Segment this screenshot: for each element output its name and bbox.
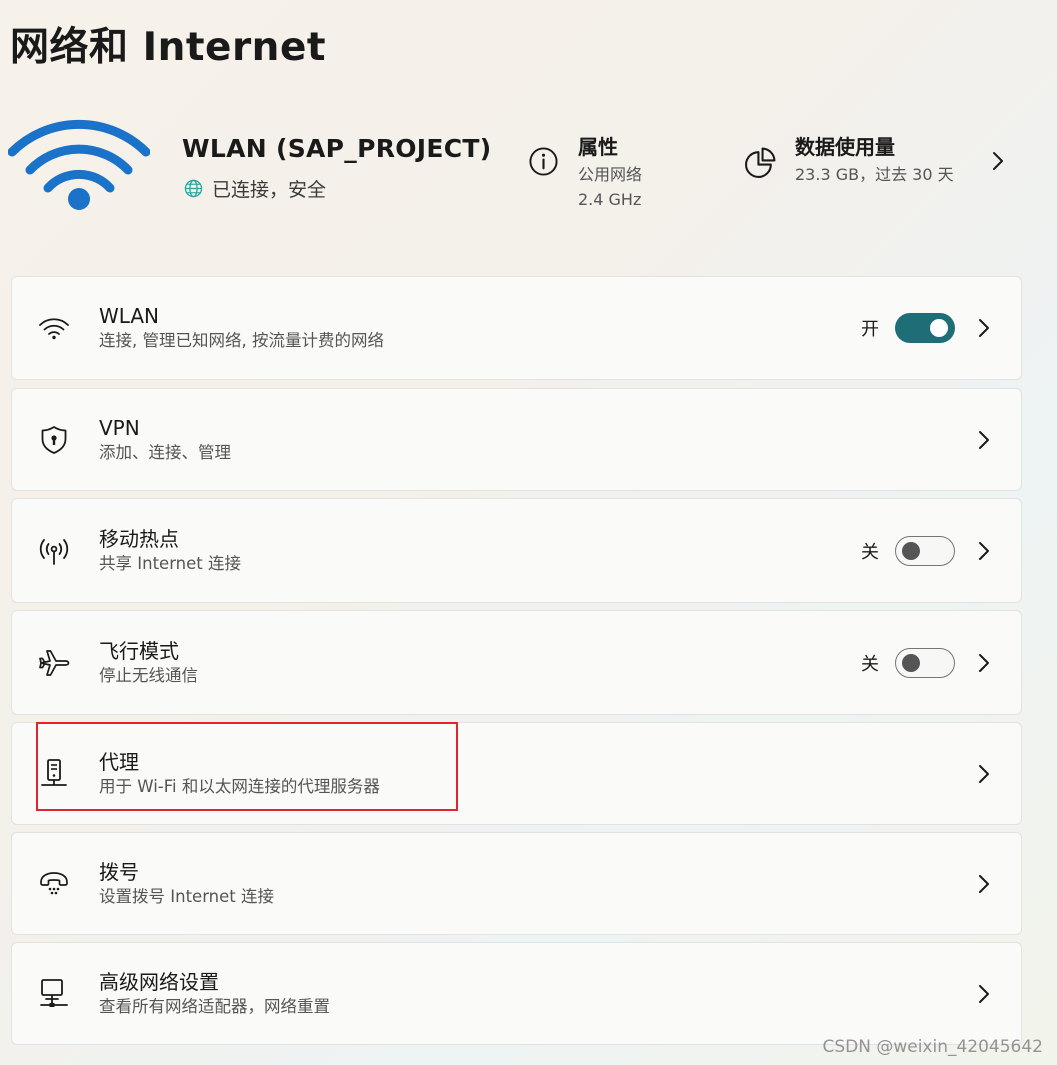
connection-status: 已连接，安全 <box>184 175 326 202</box>
airplane-icon <box>38 647 70 679</box>
settings-item-hotspot[interactable]: 移动热点 共享 Internet 连接 关 <box>11 498 1022 603</box>
settings-item-subtitle: 停止无线通信 <box>99 665 198 685</box>
connection-status-text: 已连接，安全 <box>212 179 327 201</box>
settings-item-advanced-network[interactable]: 高级网络设置 查看所有网络适配器，网络重置 <box>11 942 1022 1045</box>
info-icon <box>529 147 558 176</box>
hotspot-toggle[interactable] <box>895 535 955 566</box>
settings-item-subtitle: 查看所有网络适配器，网络重置 <box>99 996 330 1016</box>
settings-item-title: 移动热点 <box>99 526 179 551</box>
pie-chart-icon <box>745 147 776 178</box>
settings-item-proxy[interactable]: 代理 用于 Wi-Fi 和以太网连接的代理服务器 <box>11 722 1022 825</box>
properties-title: 属性 <box>578 135 618 159</box>
hotspot-icon <box>38 535 70 567</box>
settings-item-subtitle: 用于 Wi-Fi 和以太网连接的代理服务器 <box>99 776 380 796</box>
settings-item-title: 飞行模式 <box>99 638 179 663</box>
wifi-icon <box>38 312 70 344</box>
page-title: 网络和 Internet <box>10 25 327 70</box>
settings-item-dialup[interactable]: 拨号 设置拨号 Internet 连接 <box>11 832 1022 935</box>
shield-icon <box>38 424 70 456</box>
toggle-state-label: 开 <box>861 319 879 340</box>
airplane-mode-toggle[interactable] <box>895 647 955 678</box>
settings-item-title: 高级网络设置 <box>99 969 219 994</box>
network-band: 2.4 GHz <box>578 190 642 209</box>
toggle-knob <box>902 541 920 560</box>
chevron-right-icon <box>979 319 989 337</box>
chevron-right-icon <box>979 764 989 783</box>
settings-item-title: VPN <box>99 415 140 440</box>
chevron-right-icon[interactable] <box>991 150 1005 172</box>
properties-link[interactable]: 属性 公用网络 2.4 GHz <box>528 132 642 212</box>
settings-item-subtitle: 设置拨号 Internet 连接 <box>99 886 275 906</box>
toggle-knob <box>902 653 920 672</box>
connection-name: WLAN (SAP_PROJECT) <box>182 134 492 163</box>
settings-item-title: 代理 <box>99 749 139 774</box>
toggle-state-label: 关 <box>861 653 879 675</box>
wifi-full-icon <box>7 110 151 212</box>
network-type: 公用网络 <box>578 165 643 184</box>
chevron-right-icon <box>979 874 989 893</box>
settings-item-airplane-mode[interactable]: 飞行模式 停止无线通信 关 <box>11 610 1022 715</box>
globe-icon <box>184 179 203 198</box>
settings-item-wlan[interactable]: WLAN 连接, 管理已知网络, 按流量计费的网络 开 <box>11 276 1022 380</box>
proxy-server-icon <box>38 758 70 790</box>
phone-icon <box>38 868 70 900</box>
settings-item-subtitle: 添加、连接、管理 <box>99 442 231 462</box>
toggle-knob <box>930 319 948 337</box>
chevron-right-icon <box>979 430 989 449</box>
data-usage-link[interactable]: 数据使用量 23.3 GB，过去 30 天 <box>744 132 954 187</box>
chevron-right-icon <box>979 653 989 672</box>
network-computer-icon <box>38 978 70 1010</box>
settings-item-subtitle: 共享 Internet 连接 <box>99 553 242 573</box>
data-usage-value: 23.3 GB，过去 30 天 <box>795 165 954 184</box>
settings-item-subtitle: 连接, 管理已知网络, 按流量计费的网络 <box>99 331 384 350</box>
toggle-state-label: 关 <box>861 541 879 563</box>
settings-item-title: WLAN <box>99 304 160 328</box>
settings-item-vpn[interactable]: VPN 添加、连接、管理 <box>11 388 1022 491</box>
chevron-right-icon <box>979 541 989 560</box>
data-usage-title: 数据使用量 <box>795 135 895 159</box>
wlan-toggle[interactable] <box>895 313 955 343</box>
settings-item-title: 拨号 <box>99 859 139 884</box>
chevron-right-icon <box>979 984 989 1003</box>
watermark: CSDN @weixin_42045642 <box>822 1037 1043 1057</box>
